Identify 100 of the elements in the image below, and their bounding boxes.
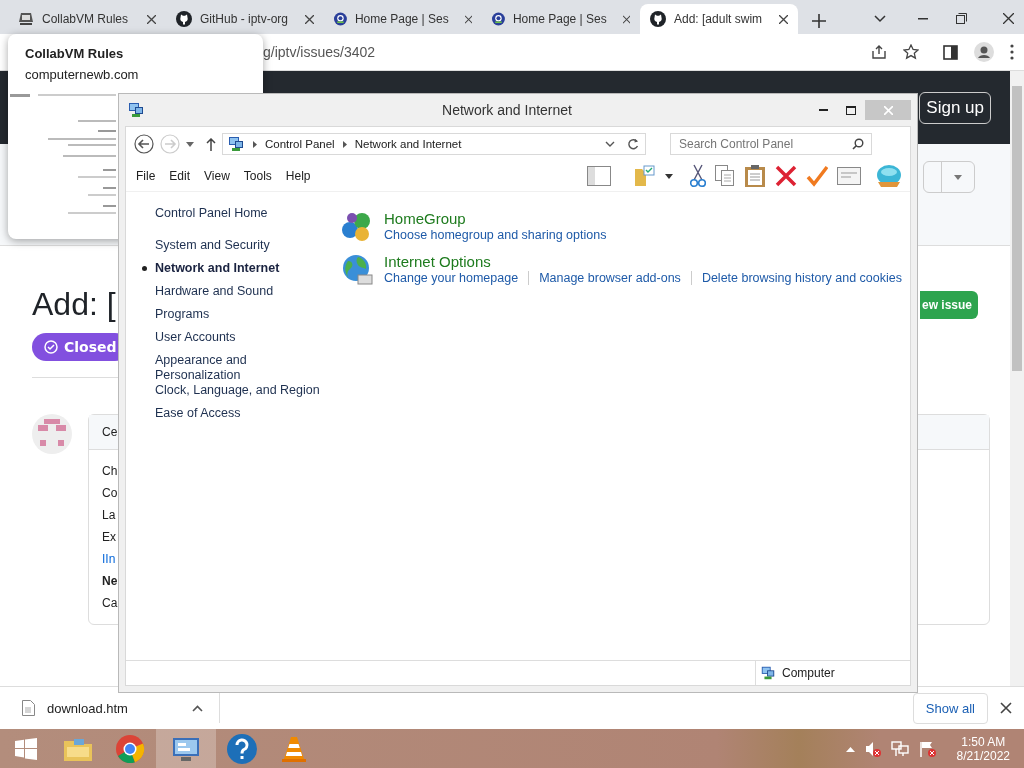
caret-icon [954, 174, 962, 180]
download-item[interactable]: download.htm [22, 700, 192, 716]
search-field[interactable]: Search Control Panel [670, 133, 872, 155]
browser-tab[interactable]: CollabVM Rules [8, 4, 166, 34]
close-icon[interactable] [305, 14, 314, 24]
octocat-icon [176, 11, 192, 27]
chevron-right-icon [253, 140, 257, 148]
folder-check-icon[interactable] [634, 165, 656, 187]
restore-icon[interactable] [956, 13, 967, 24]
address-bar[interactable]: Control Panel Network and Internet [222, 133, 646, 155]
control-panel-icon [227, 135, 245, 153]
comment-text: Ca [102, 596, 118, 610]
close-icon[interactable] [1003, 13, 1014, 24]
pane-icon[interactable] [587, 166, 611, 186]
issue-title: Add: [ [32, 286, 116, 323]
pbs-kids-icon [492, 11, 505, 27]
sidebar-item[interactable]: Clock, Language, and Region [155, 383, 325, 398]
comment-text: Co [102, 486, 118, 500]
chevron-right-icon [342, 140, 347, 148]
caret-up-icon[interactable] [192, 704, 203, 712]
category-title[interactable]: Internet Options [384, 253, 491, 270]
flag-icon[interactable] [918, 741, 937, 757]
plus-icon[interactable] [812, 14, 826, 28]
menu-item[interactable]: File [136, 169, 168, 183]
computer-icon [18, 11, 34, 27]
windows-logo-icon [14, 737, 38, 761]
task-link[interactable]: Manage browser add-ons [539, 271, 681, 285]
browser-tab[interactable]: Add: [adult swim [640, 4, 798, 34]
muted-speaker-icon[interactable] [864, 741, 881, 757]
share-icon[interactable] [871, 44, 887, 60]
sidebar-link[interactable]: Control Panel Home [155, 206, 325, 221]
minimize-icon [818, 109, 828, 111]
caret-icon[interactable] [665, 173, 673, 179]
sidebar-item[interactable]: System and Security [155, 238, 325, 253]
more-icon[interactable] [1010, 44, 1014, 60]
back-button[interactable] [134, 134, 154, 154]
tooltip-domain: computernewb.com [25, 67, 139, 82]
side-panel-icon[interactable] [943, 44, 958, 60]
sidebar-item[interactable]: Programs [155, 307, 325, 322]
tooltip-title: CollabVM Rules [25, 46, 124, 61]
clipboard-icon[interactable] [744, 164, 766, 188]
maximize-icon [846, 105, 856, 115]
comment-text: Ne [102, 574, 118, 588]
network-icon[interactable] [890, 741, 909, 757]
close-icon [883, 106, 893, 115]
browser-tab[interactable]: Home Page | Ses [324, 4, 482, 34]
sign-up-button[interactable]: Sign up [919, 91, 991, 124]
caret-up-icon[interactable] [845, 746, 855, 752]
comment-text: Ex [102, 530, 116, 544]
sidebar-item[interactable]: Appearance and Personalization [155, 353, 325, 383]
browser-tab[interactable]: Home Page | Ses [482, 4, 640, 34]
profile-icon[interactable] [974, 42, 994, 62]
category-title[interactable]: HomeGroup [384, 210, 466, 227]
close-icon[interactable] [147, 14, 156, 24]
delete-icon[interactable] [775, 165, 797, 187]
file-icon [22, 700, 35, 716]
comment-text: Ch [102, 464, 118, 478]
menu-item[interactable]: Help [285, 169, 323, 183]
sidebar-item[interactable]: Ease of Access [155, 406, 325, 421]
refresh-icon[interactable] [627, 138, 639, 150]
task-link[interactable]: Choose homegroup and sharing options [384, 228, 607, 242]
star-icon[interactable] [903, 44, 919, 60]
close-icon[interactable] [622, 14, 630, 24]
browser-tab[interactable]: GitHub - iptv-org [166, 4, 324, 34]
sidebar-item[interactable]: Network and Internet [155, 261, 325, 276]
up-arrow-icon[interactable] [206, 137, 216, 151]
copy-icon[interactable] [715, 165, 735, 187]
sidebar-item[interactable]: Hardware and Sound [155, 284, 325, 299]
show-all-button[interactable]: Show all [912, 692, 988, 724]
globe-icon [340, 253, 374, 285]
computer-icon [760, 665, 776, 681]
control-panel-icon[interactable] [156, 729, 216, 768]
breadcrumb-item[interactable]: Control Panel [265, 138, 335, 150]
menu-item[interactable]: View [204, 169, 242, 183]
window-title: Network and Internet [441, 102, 573, 118]
breadcrumb-item[interactable]: Network and Internet [354, 138, 462, 150]
scrollbar[interactable] [1010, 71, 1024, 686]
minimize-icon[interactable] [918, 17, 928, 20]
caret-icon[interactable] [186, 141, 194, 147]
checkmark-icon[interactable] [806, 165, 828, 187]
chevron-down-icon[interactable] [605, 141, 615, 147]
close-icon[interactable] [464, 14, 472, 24]
pbs-kids-icon [334, 11, 347, 27]
avatar-icon [32, 414, 72, 454]
properties-icon[interactable] [837, 167, 861, 185]
comment-link[interactable]: IIn [102, 552, 116, 566]
comment-author: Ce [102, 425, 118, 439]
menu-item[interactable]: Edit [169, 169, 203, 183]
task-link[interactable]: Change your homepage [384, 271, 519, 285]
close-icon[interactable] [779, 14, 788, 24]
address-text[interactable]: g/iptv/issues/3402 [263, 44, 376, 60]
status-text: Computer [782, 666, 835, 680]
octocat-icon [650, 11, 666, 27]
comment-text: La [102, 508, 116, 522]
task-link[interactable]: Delete browsing history and cookies [701, 271, 902, 285]
close-icon[interactable] [1000, 702, 1012, 714]
scissors-icon[interactable] [690, 164, 706, 188]
chevron-down-icon[interactable] [874, 14, 886, 23]
menu-item[interactable]: Tools [243, 169, 284, 183]
sidebar-item[interactable]: User Accounts [155, 330, 325, 345]
